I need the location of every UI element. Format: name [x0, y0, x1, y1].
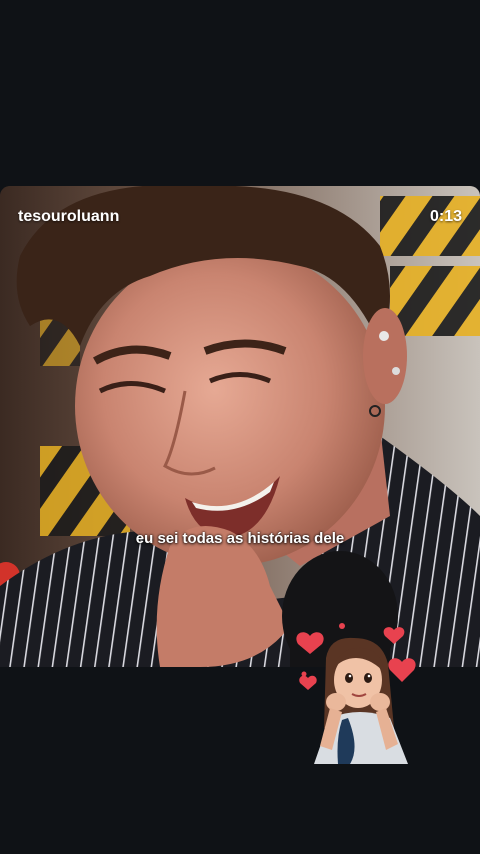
video-player[interactable]: tesouroluann 0:13 eu sei todas as histór… [0, 186, 480, 667]
heart-icon [296, 632, 324, 654]
video-caption: eu sei todas as histórias dele [135, 530, 345, 547]
heart-icon [383, 627, 405, 644]
story-screen: tesouroluann 0:13 eu sei todas as histór… [0, 0, 480, 854]
heart-icon [299, 675, 317, 690]
video-frame-image [0, 186, 480, 667]
video-timestamp: 0:13 [429, 208, 462, 225]
girl-hearts-sticker-icon[interactable] [290, 618, 430, 764]
username-label[interactable]: tesouroluann [18, 208, 119, 226]
heart-icon [388, 658, 416, 682]
